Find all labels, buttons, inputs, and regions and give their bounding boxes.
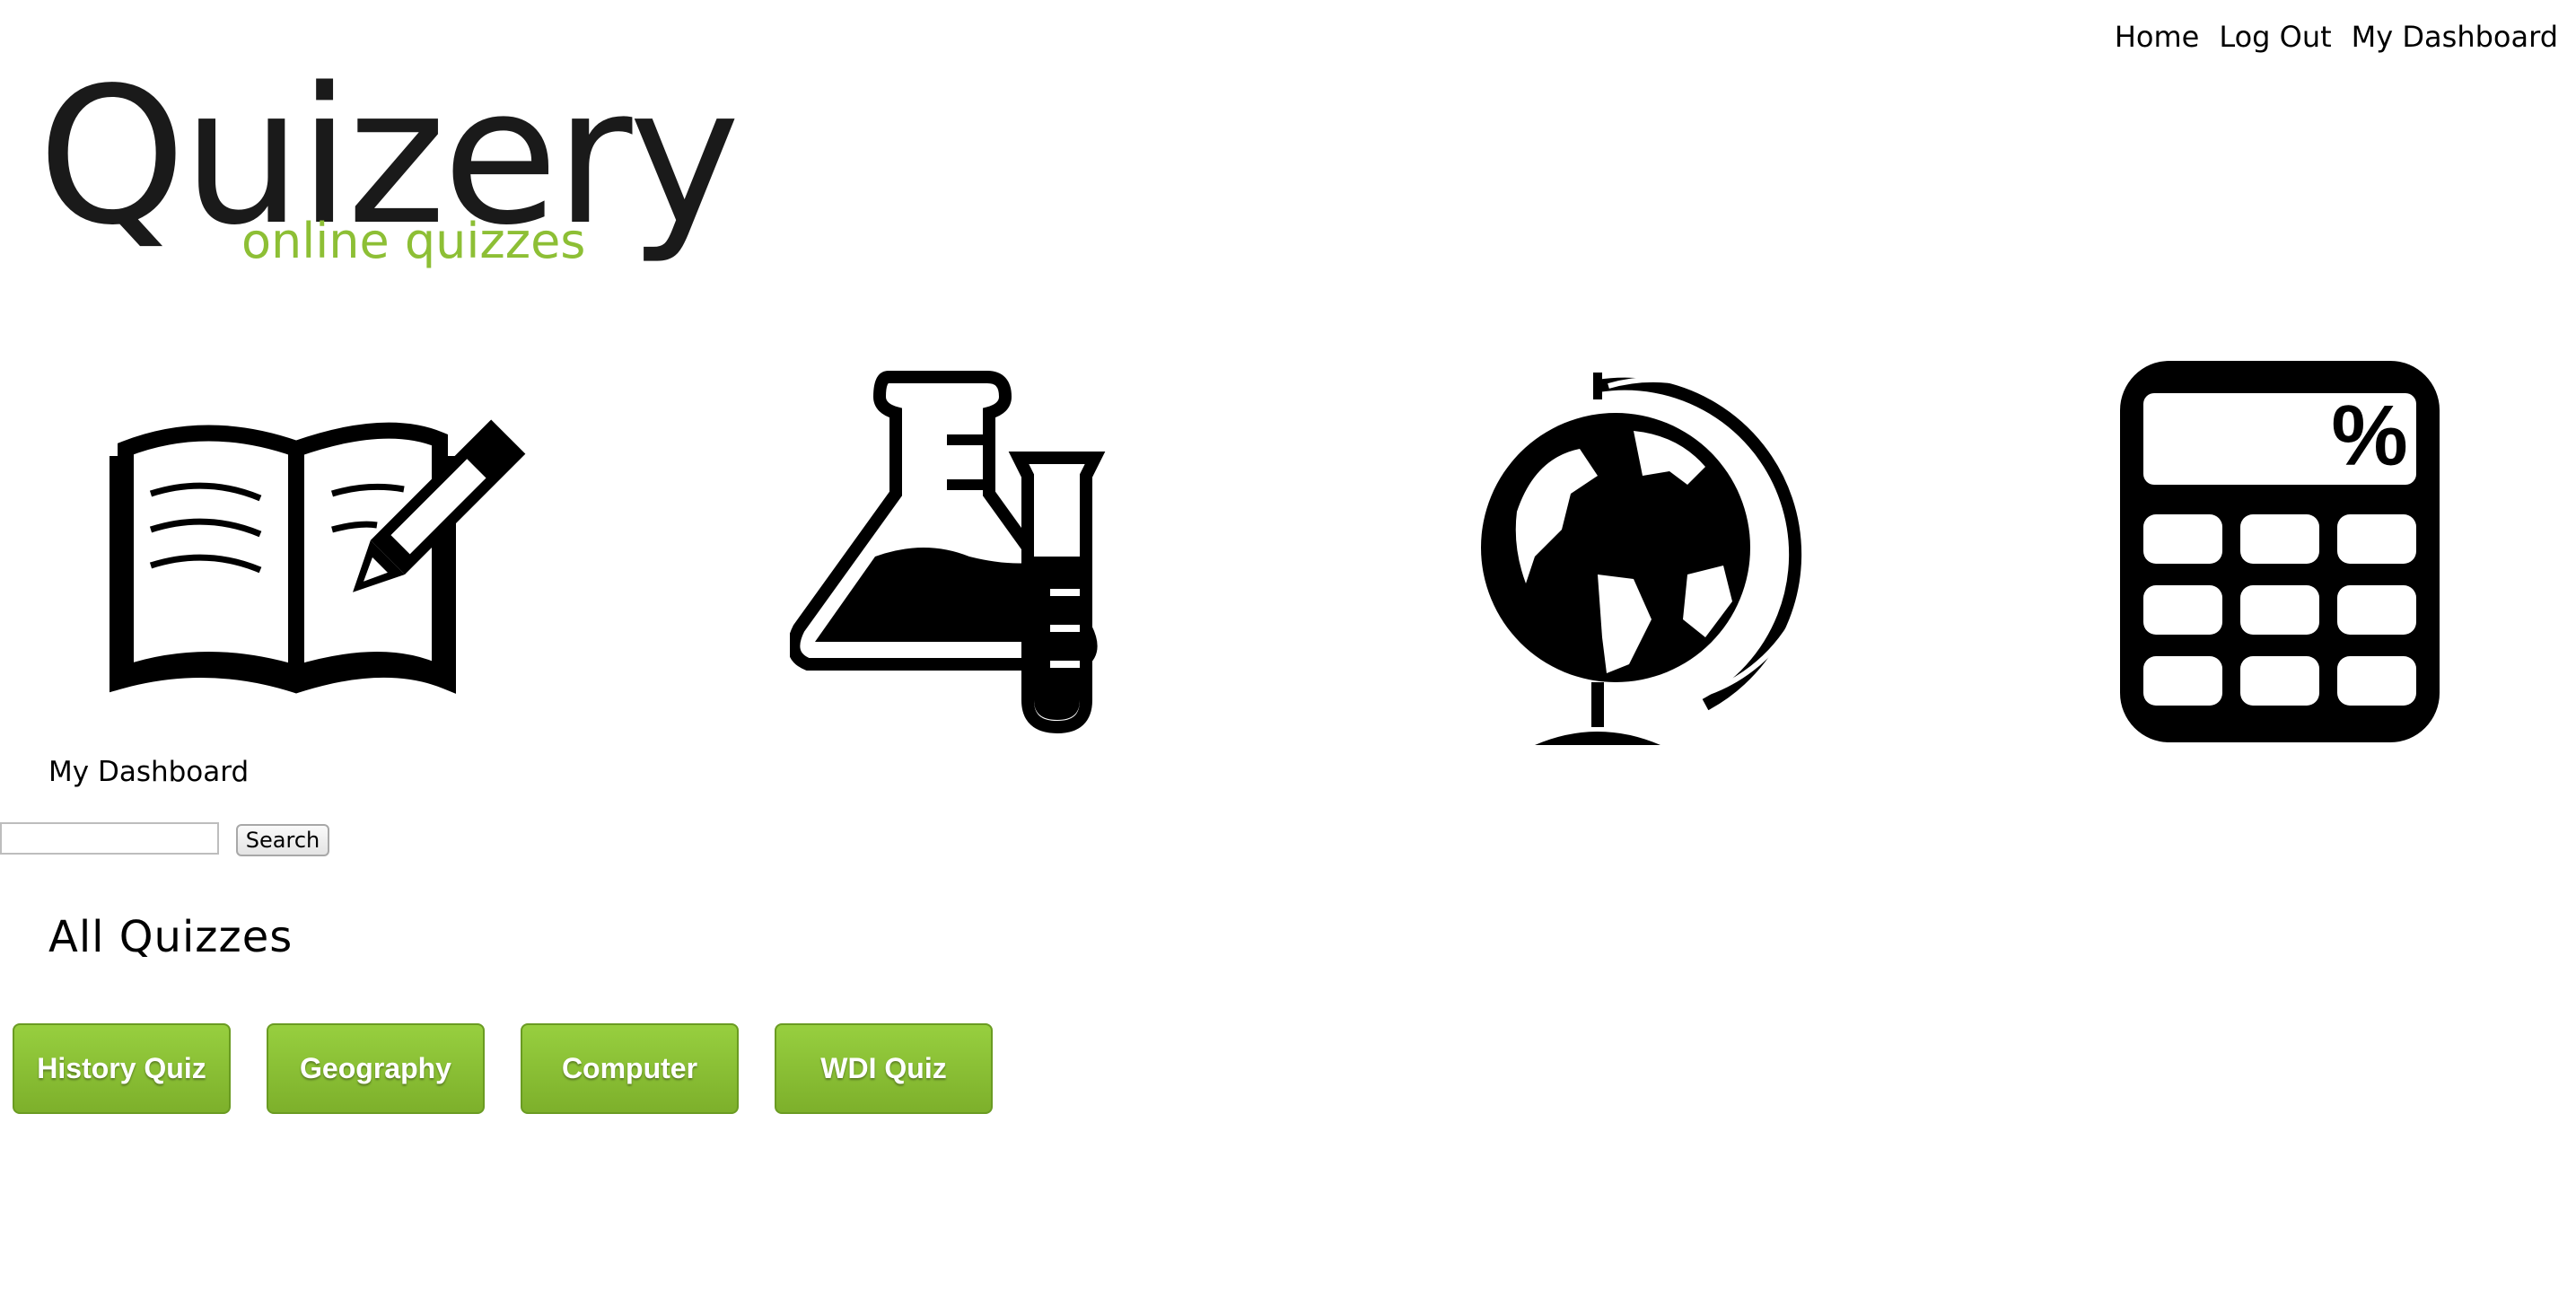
- search-button[interactable]: Search: [236, 824, 329, 856]
- home-link[interactable]: Home: [2115, 20, 2200, 54]
- my-dashboard-link[interactable]: My Dashboard: [2352, 20, 2558, 54]
- top-nav: Home Log Out My Dashboard: [2115, 20, 2558, 54]
- globe-icon[interactable]: [1463, 350, 1804, 772]
- quiz-list: History Quiz Geography Computer WDI Quiz: [13, 1023, 993, 1114]
- svg-text:%: %: [2331, 388, 2407, 484]
- quiz-button-history[interactable]: History Quiz: [13, 1023, 231, 1114]
- quiz-button-computer[interactable]: Computer: [521, 1023, 739, 1114]
- all-quizzes-heading: All Quizzes: [48, 912, 294, 962]
- logo-subtitle: online quizzes: [241, 213, 586, 269]
- calculator-icon[interactable]: %: [2109, 350, 2450, 772]
- my-dashboard-body-link[interactable]: My Dashboard: [48, 756, 249, 788]
- quiz-button-geography[interactable]: Geography: [267, 1023, 485, 1114]
- book-pencil-icon[interactable]: [108, 350, 530, 772]
- logout-link[interactable]: Log Out: [2219, 20, 2331, 54]
- quizery-logo[interactable]: Quizery online quizzes: [38, 63, 740, 287]
- quiz-button-wdi[interactable]: WDI Quiz: [775, 1023, 993, 1114]
- search-input[interactable]: [0, 822, 219, 855]
- science-flask-icon[interactable]: [790, 350, 1131, 772]
